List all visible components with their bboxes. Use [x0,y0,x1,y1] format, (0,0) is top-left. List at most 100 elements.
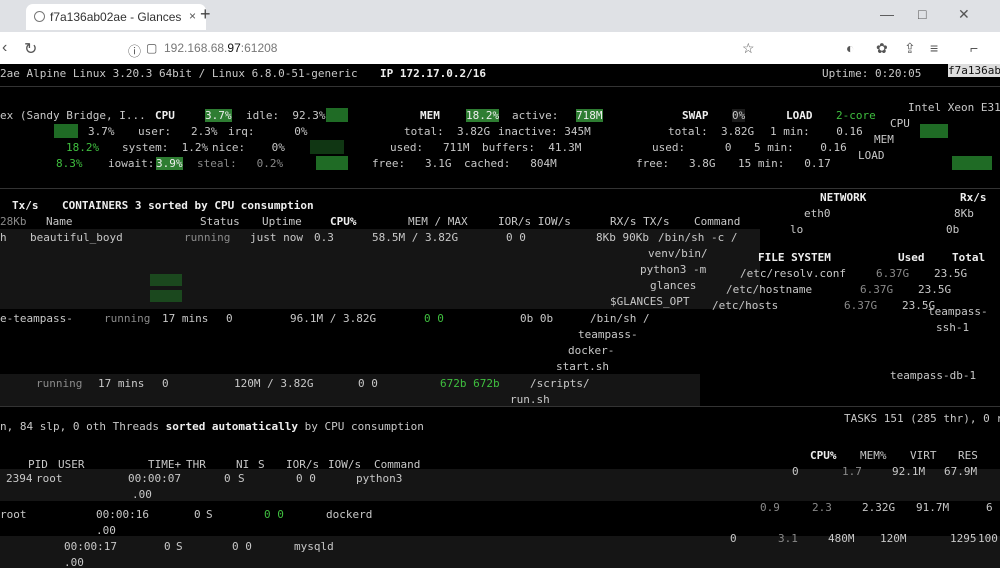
menu-icon[interactable]: ≡ [930,40,938,56]
reload-icon[interactable]: ↻ [24,39,37,59]
container-command-line: docker- [568,344,615,357]
process-mem: 1.7 [842,465,862,478]
extensions-icon[interactable]: ✿ [876,40,888,57]
process-io: 0 0 [232,540,252,553]
col-virt: VIRT [910,449,937,462]
process-res: 120M [880,532,907,545]
container-mem: 120M / 3.82G [234,377,314,390]
globe-icon [34,11,45,22]
load-5min: 5 min: 0.16 [754,141,847,154]
process-ni: 0 [164,540,171,553]
cpu-bar [920,124,948,138]
browser-tab[interactable]: f7a136ab02ae - Glances × [26,4,206,30]
mem-total: total: 3.82G [404,125,491,138]
cpu-bar [316,156,348,170]
container-net: 672b 672b [440,377,500,390]
maximize-icon[interactable]: □ [918,6,926,22]
process-pid: 2394 [6,472,33,485]
load-15min: 15 min: 0.17 [738,157,831,170]
process-state: S [238,472,245,485]
cpu-bar [54,124,78,138]
lock-icon[interactable]: ▢ [146,41,157,55]
filesystem-used: 6.37G [844,299,878,312]
container-command-line: run.sh [510,393,550,406]
container-bar [150,274,182,286]
mem-buffers: buffers: 41.3M [482,141,582,154]
filesystem-extra: ssh-1 [936,321,970,334]
bookmark-star-icon[interactable]: ☆ [742,40,755,57]
process-time: 00:00:16 [96,508,149,521]
browser-chrome: f7a136ab02ae - Glances × + — □ ✕ ‹ ↻ ⓘ ▢… [0,0,1000,65]
process-time: 00:00:17 [64,540,117,553]
col-mem: MEM / MAX [408,215,468,228]
mem-label-right: MEM [874,133,894,146]
container-bar [150,290,182,302]
container-cpu: 0 [226,312,233,325]
network-rx-label: Rx/s [960,191,987,204]
filesystem-extra: teampass- [928,305,988,318]
url-field[interactable]: 192.168.68.97:61208 [164,41,277,55]
process-pid-right: 1295 [950,532,977,545]
containers-title: CONTAINERS 3 sorted by CPU consumption [62,199,314,212]
mem-free: free: 3.1G [372,157,452,170]
cpu-idle: idle: 92.3% [246,109,326,122]
container-cpu: 0 [162,377,169,390]
load-1min: 1 min: 0.16 [770,125,863,138]
process-ni: 0 [224,472,231,485]
process-virt: 92.1M [892,465,926,478]
container-io: 0 0 [506,231,526,244]
swap-used: used: 0 [652,141,732,154]
filesystem-used: 6.37G [876,267,910,280]
swap-label: SWAP [682,109,709,122]
shield-icon[interactable]: ◐ [846,40,854,56]
network-iface: eth0 [804,207,831,220]
info-icon[interactable]: ⓘ [128,41,141,60]
address-bar: ‹ ↻ ⓘ ▢ 192.168.68.97:61208 ☆ ◐ ✿ ⇪ ≡ ⌐ [0,32,1000,65]
container-command-line: venv/bin/ [648,247,708,260]
filesystem-mount: /etc/hostname [726,283,813,296]
minimize-icon[interactable]: — [880,6,894,22]
divider [0,188,1000,189]
container-uptime: 17 mins [162,312,209,325]
mem-used: used: 711M [390,141,470,154]
load-label-right: LOAD [858,149,885,162]
mem-cached: cached: 804M [464,157,557,170]
mem-inactive: inactive: 345M [498,125,591,138]
network-rx: 8Kb [954,207,974,220]
container-uptime: 17 mins [98,377,145,390]
tx-value: 28Kb [0,215,27,228]
tab-close-icon[interactable]: × [189,9,196,23]
mem-active-label: active: [512,109,559,122]
swap-total: total: 3.82G [668,125,755,138]
container-net: 8Kb 90Kb [596,231,649,244]
back-icon[interactable]: ‹ [2,39,7,57]
process-summary: n, 84 slp, 0 oth Threads sorted automati… [0,420,424,433]
col-cpu: CPU% [330,215,357,228]
process-mem: 2.3 [812,501,832,514]
cpu-user: user: 2.3% [138,125,218,138]
profile-icon[interactable]: ⌐ [970,40,978,56]
cpu-bar [310,140,344,154]
container-status: running [184,231,231,244]
process-cpu: 0 [730,532,737,545]
load-cores: 2-core [836,109,876,122]
close-window-icon[interactable]: ✕ [958,6,970,23]
process-io: 0 0 [264,508,284,521]
process-time-fraction: .00 [64,556,84,568]
new-tab-icon[interactable]: + [200,4,211,25]
process-ni: 0 [194,508,201,521]
tasks-summary: TASKS 151 (285 thr), 0 r [844,412,1000,425]
cpu-iowait-label: iowait: [108,157,155,170]
container-command-line: python3 -m [640,263,707,276]
process-time: 00:00:07 [128,472,181,485]
load-label: LOAD [786,109,813,122]
filesystem-extra: teampass-db-1 [890,369,977,382]
container-name[interactable]: e-teampass- [0,312,73,325]
filesystem-title: FILE SYSTEM [758,251,831,264]
process-command: mysqld [294,540,334,553]
container-name[interactable]: beautiful_boyd [30,231,123,244]
share-icon[interactable]: ⇪ [904,40,916,57]
container-command: /scripts/ [530,377,590,390]
filesystem-total: 23.5G [934,267,968,280]
cpu-steal: steal: 0.2% [197,157,284,170]
